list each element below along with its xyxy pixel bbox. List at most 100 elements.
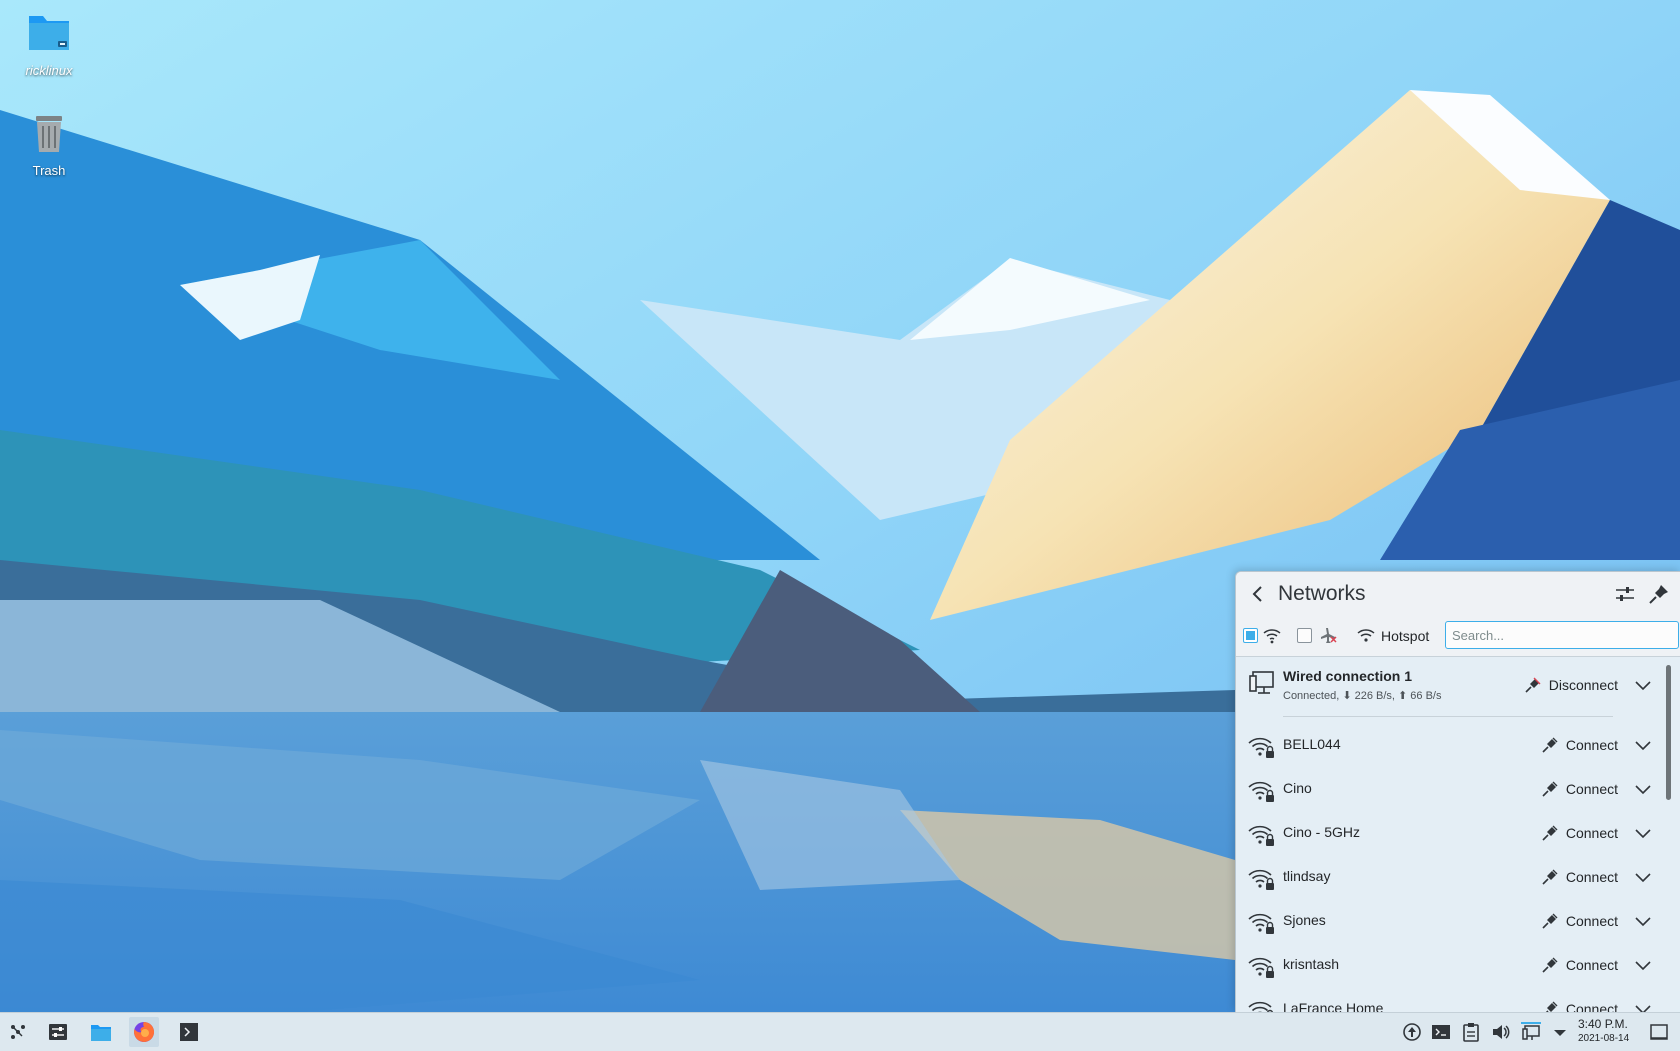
desktop-icon-label: Trash (32, 163, 66, 178)
desktop-icon-trash[interactable]: Trash (4, 110, 94, 178)
connect-button[interactable]: Connect (1542, 734, 1618, 756)
firefox-icon (134, 1021, 155, 1042)
volume-icon[interactable] (1491, 1022, 1511, 1042)
hotspot-icon[interactable] (1356, 626, 1376, 644)
chevron-down-icon[interactable] (1634, 1000, 1652, 1012)
wifi-secured-icon (1248, 825, 1274, 846)
chevron-down-icon[interactable] (1634, 780, 1652, 798)
settings-app-icon (49, 1024, 67, 1040)
back-arrow-icon[interactable] (1246, 582, 1270, 606)
connect-label: Connect (1565, 737, 1618, 753)
networks-title: Networks (1278, 582, 1366, 605)
wifi-secured-icon (1248, 869, 1274, 890)
application-launcher-button[interactable] (3, 1017, 33, 1047)
separator (1283, 716, 1613, 717)
connect-label: Connect (1565, 781, 1618, 797)
kde-launcher-icon (11, 1025, 25, 1039)
wifi-network-row[interactable]: krisntash Connect (1236, 943, 1656, 987)
wifi-network-name: krisntash (1283, 956, 1340, 972)
desktop-icon-home[interactable]: ricklinux (4, 8, 94, 78)
network-list: Wired connection 1 Connected, ⬇ 226 B/s,… (1236, 657, 1680, 1012)
clipboard-icon[interactable] (1461, 1022, 1481, 1042)
disconnect-button[interactable]: Disconnect (1525, 674, 1618, 696)
airplane-icon (1321, 628, 1337, 643)
connect-label: Connect (1565, 869, 1618, 885)
connect-label: Connect (1565, 1001, 1618, 1012)
connect-button[interactable]: Connect (1542, 778, 1618, 800)
wifi-network-row[interactable]: LaFrance Home Connect (1236, 987, 1656, 1012)
wifi-network-row[interactable]: Cino Connect (1236, 767, 1656, 811)
folder-icon (91, 1025, 111, 1041)
wifi-secured-icon (1248, 957, 1274, 978)
disconnect-label: Disconnect (1548, 677, 1618, 693)
connect-label: Connect (1565, 825, 1618, 841)
networks-header: Networks (1236, 572, 1680, 616)
chevron-down-icon[interactable] (1634, 956, 1652, 974)
update-notifier-icon[interactable] (1402, 1022, 1422, 1042)
connect-plug-icon (1542, 781, 1558, 797)
connect-label: Connect (1565, 913, 1618, 929)
connect-plug-icon (1545, 1001, 1558, 1012)
show-desktop-icon[interactable] (1649, 1022, 1669, 1042)
task-file-manager[interactable] (86, 1017, 116, 1047)
networks-toolbar: Hotspot (1236, 616, 1680, 657)
wifi-network-row[interactable]: Cino - 5GHz Connect (1236, 811, 1656, 855)
pin-icon[interactable] (1647, 582, 1671, 606)
connect-plug-icon (1542, 913, 1558, 929)
chevron-down-icon[interactable] (1634, 736, 1652, 754)
task-system-settings[interactable] (43, 1017, 73, 1047)
connect-label: Connect (1565, 957, 1618, 973)
connect-button[interactable]: Connect (1542, 822, 1618, 844)
tray-expand-arrow-icon[interactable] (1550, 1022, 1570, 1042)
wifi-secured-icon (1248, 781, 1274, 802)
connect-plug-icon (1542, 869, 1558, 885)
chevron-down-icon[interactable] (1634, 824, 1652, 842)
connect-button[interactable]: Connect (1542, 910, 1618, 932)
connect-button[interactable]: Connect (1542, 866, 1618, 888)
configure-icon[interactable] (1613, 582, 1637, 606)
wifi-network-name: Cino (1283, 780, 1312, 796)
clock-time[interactable]: 3:40 P.M. (1578, 1017, 1628, 1031)
trash-icon (36, 116, 62, 152)
wifi-network-name: Cino - 5GHz (1283, 824, 1361, 840)
wired-network-icon (1249, 671, 1274, 694)
wifi-secured-icon (1248, 737, 1274, 758)
taskbar: 3:40 P.M. 2021-08-14 (0, 1012, 1680, 1051)
network-tray-icon[interactable] (1521, 1022, 1541, 1042)
wifi-network-name: LaFrance Home (1283, 1000, 1384, 1012)
clock-date[interactable]: 2021-08-14 (1578, 1033, 1629, 1044)
wifi-secured-icon (1248, 913, 1274, 934)
wired-connection-name: Wired connection 1 (1283, 668, 1413, 684)
network-search-input[interactable] (1445, 621, 1679, 649)
task-terminal[interactable] (174, 1017, 204, 1047)
task-firefox[interactable] (129, 1017, 159, 1047)
wifi-network-row[interactable]: BELL044 Connect (1236, 723, 1656, 767)
wifi-network-row[interactable]: tlindsay Connect (1236, 855, 1656, 899)
chevron-down-icon[interactable] (1634, 676, 1652, 694)
terminal-icon (180, 1023, 198, 1041)
connect-plug-icon (1542, 737, 1558, 753)
wifi-secured-icon (1248, 1001, 1273, 1012)
wired-connection-status: Connected, ⬇ 226 B/s, ⬆ 66 B/s (1283, 690, 1442, 702)
chevron-down-icon[interactable] (1634, 868, 1652, 886)
chevron-down-icon[interactable] (1634, 912, 1652, 930)
connect-button[interactable]: Connect (1542, 954, 1618, 976)
disconnect-plug-icon (1525, 677, 1541, 693)
connect-button[interactable]: Connect (1542, 998, 1618, 1012)
scrollbar[interactable] (1666, 665, 1671, 800)
airplane-mode-checkbox[interactable] (1297, 628, 1312, 643)
home-folder-icon (29, 16, 69, 50)
hotspot-button-label[interactable]: Hotspot (1381, 628, 1429, 644)
wifi-network-row[interactable]: Sjones Connect (1236, 899, 1656, 943)
wifi-icon (1263, 629, 1281, 644)
wifi-network-name: BELL044 (1283, 736, 1341, 752)
konsole-tray-icon[interactable] (1431, 1022, 1451, 1042)
wifi-network-name: tlindsay (1283, 868, 1331, 884)
connect-plug-icon (1542, 957, 1558, 973)
wifi-network-name: Sjones (1283, 912, 1326, 928)
wired-connection-row[interactable]: Wired connection 1 Connected, ⬇ 226 B/s,… (1236, 657, 1656, 715)
desktop-icon-label: ricklinux (25, 63, 73, 78)
connect-plug-icon (1542, 825, 1558, 841)
wifi-checkbox[interactable] (1243, 628, 1258, 643)
networks-popup: Networks Hotspot Search... Wired connect… (1235, 571, 1680, 1012)
